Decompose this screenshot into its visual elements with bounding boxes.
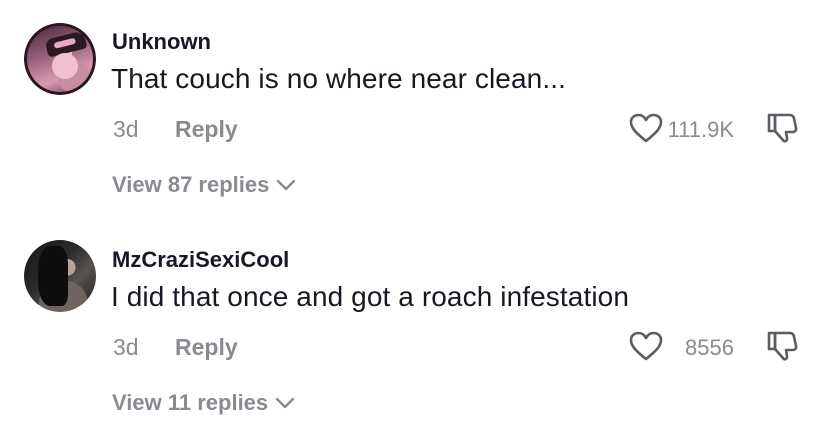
comment-text: I did that once and got a roach infestat… [111, 281, 629, 312]
chevron-down-icon [277, 179, 296, 191]
comment-date: 3d [113, 116, 139, 142]
reply-button[interactable]: Reply [175, 116, 238, 143]
comment-username[interactable]: Unknown [112, 29, 211, 55]
heart-outline-icon[interactable] [628, 330, 664, 362]
comment-date: 3d [113, 334, 139, 360]
avatar-hair-detail [38, 246, 68, 306]
thumbs-down-outline-icon[interactable] [765, 111, 799, 145]
view-replies-button[interactable]: View 11 replies [112, 390, 296, 416]
comment-username[interactable]: MzCraziSexiCool [112, 247, 289, 273]
chevron-down-icon [275, 397, 295, 409]
like-count: 8556 [685, 335, 734, 360]
comment-text: That couch is no where near clean... [111, 63, 566, 94]
view-replies-button[interactable]: View 87 replies [112, 172, 297, 198]
reply-button[interactable]: Reply [175, 334, 238, 361]
view-replies-label: View 87 replies [112, 172, 270, 197]
avatar[interactable] [24, 240, 96, 312]
thumbs-down-outline-icon[interactable] [765, 329, 799, 363]
avatar[interactable] [24, 23, 96, 95]
avatar-face-detail [52, 53, 78, 79]
like-count: 111.9K [667, 117, 734, 142]
comment-item: Unknown That couch is no where near clea… [0, 0, 828, 220]
view-replies-label: View 11 replies [112, 390, 269, 415]
heart-outline-icon[interactable] [628, 112, 664, 144]
comment-item: MzCraziSexiCool I did that once and got … [0, 218, 828, 446]
